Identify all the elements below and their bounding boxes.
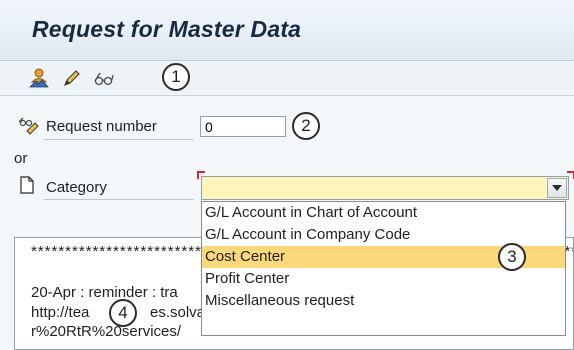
callout-marker: 2 — [292, 112, 320, 140]
label-underline — [44, 199, 194, 200]
dropdown-option[interactable]: Miscellaneous request — [202, 290, 565, 312]
category-dropdown[interactable] — [201, 176, 569, 200]
notes-line: r%20RtR%20services/ — [31, 323, 182, 340]
pencil-edit-icon[interactable] — [60, 67, 82, 89]
application-toolbar: 1 — [0, 61, 574, 96]
chevron-down-icon[interactable] — [547, 178, 567, 198]
dropdown-option[interactable]: G/L Account in Chart of Account — [202, 202, 565, 224]
notes-line: http://tea — [31, 304, 90, 321]
glasses-display-icon[interactable] — [92, 67, 114, 89]
title-bar: Request for Master Data — [0, 0, 574, 61]
request-number-label: Request number — [46, 118, 157, 135]
callout-marker: 4 — [109, 299, 137, 327]
page-title: Request for Master Data — [32, 16, 302, 42]
notes-line: 20-Apr : reminder : tra — [31, 284, 178, 301]
dropdown-option[interactable]: Profit Center — [202, 268, 565, 290]
or-label: or — [14, 150, 28, 167]
user-create-icon[interactable] — [28, 67, 50, 89]
category-label: Category — [46, 179, 107, 196]
document-icon — [19, 176, 35, 194]
request-number-input[interactable] — [200, 116, 286, 137]
label-underline — [44, 139, 194, 140]
callout-marker: 3 — [498, 243, 526, 271]
key-with-glasses-icon — [17, 116, 43, 136]
notes-line: es.solva — [150, 304, 206, 321]
callout-marker: 1 — [162, 63, 190, 91]
